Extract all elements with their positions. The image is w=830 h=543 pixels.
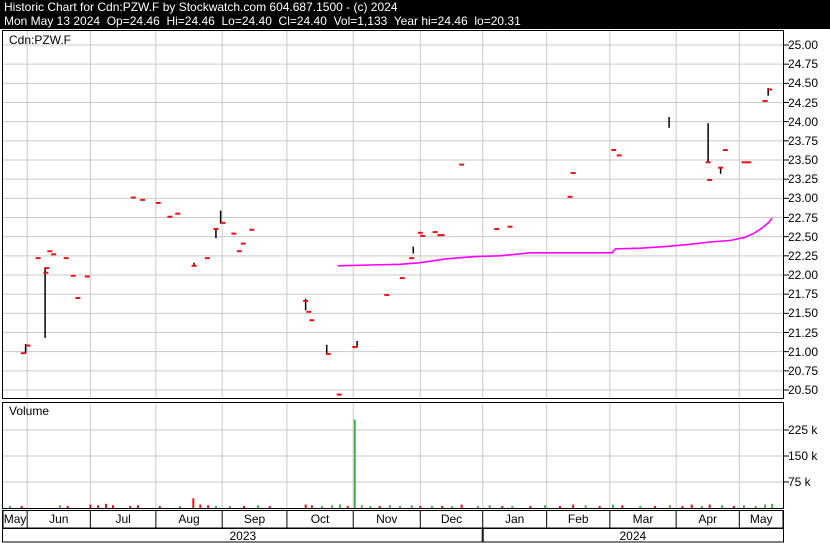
price-tick-label: 24.75 <box>788 57 819 72</box>
month-label: Apr <box>698 512 718 526</box>
price-tick-label: 24.25 <box>788 95 819 110</box>
stockwatch-historic-chart-window: Historic Chart for Cdn:PZW.F by Stockwat… <box>0 0 830 543</box>
price-tick-label: 23.50 <box>788 153 819 167</box>
price-tick-label: 21.00 <box>788 344 819 359</box>
volume-tick-label: 225 k <box>788 423 818 437</box>
price-tick-label: 25.00 <box>788 38 819 52</box>
price-tick-label: 24.00 <box>788 114 819 129</box>
year-label: 2023 <box>229 529 257 543</box>
month-label: Dec <box>440 512 463 526</box>
price-tick-label: 22.75 <box>788 210 819 225</box>
symbol-label: Cdn:PZW.F <box>9 33 72 47</box>
month-label: Aug <box>178 512 200 526</box>
month-label: Oct <box>310 512 330 526</box>
price-tick-label: 20.50 <box>788 383 819 397</box>
price-tick-label: 22.25 <box>788 248 819 263</box>
month-label: Feb <box>567 512 589 526</box>
month-label: Mar <box>632 512 654 526</box>
month-label: May <box>749 512 773 526</box>
price-tick-label: 23.25 <box>788 172 819 187</box>
volume-pane-label: Volume <box>9 404 50 418</box>
price-tick-label: 21.25 <box>788 325 819 340</box>
month-label: Jan <box>504 512 525 526</box>
price-tick-label: 21.50 <box>788 306 819 321</box>
volume-tick-label: 150 k <box>788 449 818 463</box>
month-label: Sep <box>243 512 266 526</box>
month-label: May <box>3 512 27 526</box>
volume-tick-label: 75 k <box>788 475 811 489</box>
year-label: 2024 <box>619 529 647 543</box>
price-tick-label: 22.00 <box>788 268 819 282</box>
chart-svg <box>2 30 789 543</box>
month-label: Jul <box>115 512 131 526</box>
price-tick-label: 23.75 <box>788 133 819 148</box>
price-tick-label: 23.00 <box>788 191 819 206</box>
price-tick-label: 20.75 <box>788 363 819 378</box>
month-label: Jun <box>49 512 69 526</box>
price-tick-label: 24.50 <box>788 76 819 91</box>
price-tick-label: 22.50 <box>788 229 819 244</box>
price-tick-label: 21.75 <box>788 287 819 302</box>
month-label: Nov <box>376 512 398 526</box>
